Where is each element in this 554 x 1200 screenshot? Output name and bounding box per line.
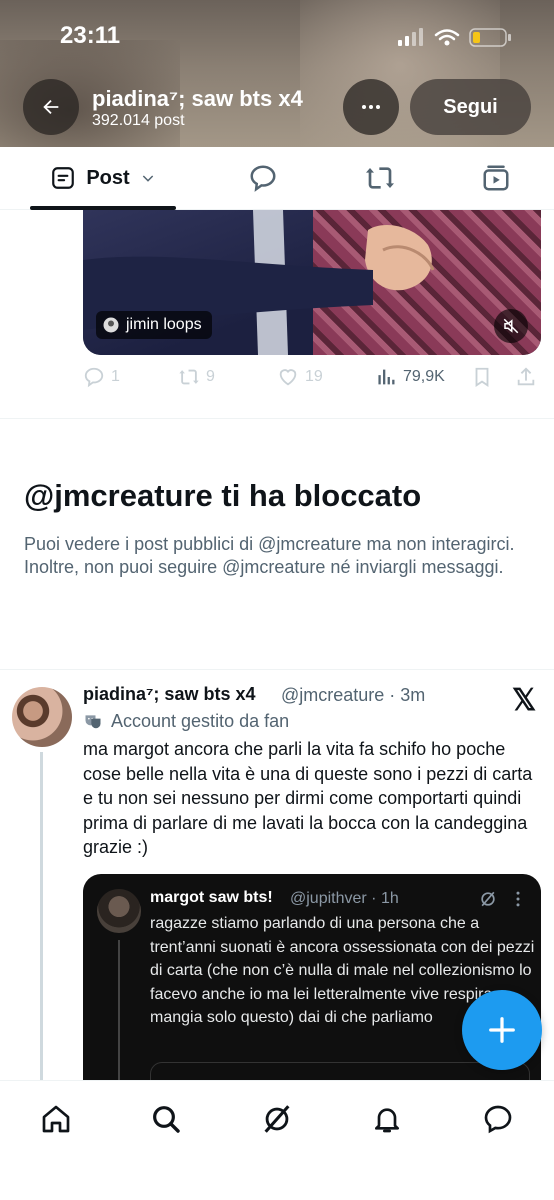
more-button[interactable] xyxy=(343,79,399,135)
media-icon xyxy=(483,165,509,191)
like-count: 19 xyxy=(305,368,323,385)
views-icon xyxy=(378,369,395,385)
tab-replies[interactable] xyxy=(233,147,293,209)
repost-count: 9 xyxy=(206,368,215,385)
tab-reposts[interactable] xyxy=(350,147,410,209)
search-icon xyxy=(153,1106,180,1133)
quoted-avatar xyxy=(97,889,141,933)
post-count: 392.014 post xyxy=(92,112,185,129)
thread-line xyxy=(40,752,43,1082)
notifications-icon xyxy=(375,1108,399,1133)
nav-messages[interactable] xyxy=(478,1099,518,1139)
section-divider xyxy=(0,669,554,670)
profile-tabs: Post xyxy=(0,147,554,210)
x-logo-icon: 𝕏 xyxy=(512,684,537,717)
quoted-author-name: margot saw bts! xyxy=(150,889,273,906)
fan-account-text: Account gestito da fan xyxy=(111,711,290,731)
arrow-left-icon xyxy=(43,99,59,115)
audio-avatar-icon xyxy=(103,317,119,333)
fan-account-label: Account gestito da fan xyxy=(83,711,289,732)
share-icon xyxy=(517,367,535,386)
reply-icon xyxy=(84,367,104,388)
tab-media[interactable] xyxy=(466,147,526,209)
share-action[interactable] xyxy=(515,366,537,388)
chevron-down-icon xyxy=(142,175,153,182)
nav-grok[interactable] xyxy=(257,1099,297,1139)
avatar[interactable] xyxy=(12,687,72,747)
signal-icon xyxy=(398,28,423,46)
media-tag-label: jimin loops xyxy=(126,316,202,333)
post-list-icon xyxy=(52,167,75,189)
nav-home[interactable] xyxy=(36,1099,76,1139)
plus-icon xyxy=(489,1017,515,1043)
quoted-thread-line xyxy=(118,940,120,1090)
repost-icon xyxy=(366,167,394,189)
grok-icon xyxy=(478,889,498,914)
like-action[interactable]: 19 xyxy=(277,366,323,388)
volume-mute-icon xyxy=(503,318,519,334)
battery-icon xyxy=(469,28,511,47)
reply-action[interactable]: 1 xyxy=(83,366,120,388)
media-sound-tag[interactable]: jimin loops xyxy=(96,311,212,339)
bookmark-action[interactable] xyxy=(471,366,493,388)
profile-name: piadina⁷; saw bts x4 xyxy=(92,86,303,111)
bookmark-icon xyxy=(475,367,489,387)
quoted-author-handle: @jupithver · 1h xyxy=(290,890,399,907)
tab-post[interactable]: Post xyxy=(30,147,176,209)
bottom-navigation xyxy=(0,1080,554,1200)
nav-notifications[interactable] xyxy=(367,1099,407,1139)
blocked-title: @jmcreature ti ha bloccato xyxy=(24,478,422,513)
blocked-description: Puoi vedere i post pubblici di @jmcreatu… xyxy=(24,534,515,577)
tweet-text: ma margot ancora che parli la vita fa sc… xyxy=(83,739,533,857)
messages-icon xyxy=(484,1105,512,1134)
wifi-icon xyxy=(434,29,460,41)
back-button[interactable] xyxy=(23,79,79,135)
repost-action[interactable]: 9 xyxy=(178,366,215,388)
mute-button[interactable] xyxy=(494,309,528,343)
tweet-author-handle: @jmcreature · 3m xyxy=(281,685,426,705)
tab-post-label: Post xyxy=(86,166,130,189)
status-icons xyxy=(398,26,518,48)
views-count: 79,9K xyxy=(403,368,445,385)
status-time: 23:11 xyxy=(60,22,121,49)
nav-search[interactable] xyxy=(146,1099,186,1139)
reply-count: 1 xyxy=(111,368,120,385)
repost-icon xyxy=(179,369,199,385)
tweet-actions: 1 9 19 79,9K xyxy=(83,366,541,394)
home-icon xyxy=(42,1105,70,1133)
follow-button[interactable]: Segui xyxy=(410,79,531,135)
more-horizontal-icon xyxy=(362,105,380,109)
compose-button[interactable] xyxy=(462,990,542,1070)
theater-masks-icon xyxy=(85,714,101,728)
views-action[interactable]: 79,9K xyxy=(375,366,445,388)
tweet-author-name[interactable]: piadina⁷; saw bts x4 xyxy=(83,684,255,705)
grok-icon xyxy=(264,1105,290,1133)
quoted-more-icon[interactable] xyxy=(510,889,526,914)
reply-bubble-icon xyxy=(250,165,276,192)
section-divider xyxy=(0,418,554,419)
heart-icon xyxy=(279,369,297,386)
